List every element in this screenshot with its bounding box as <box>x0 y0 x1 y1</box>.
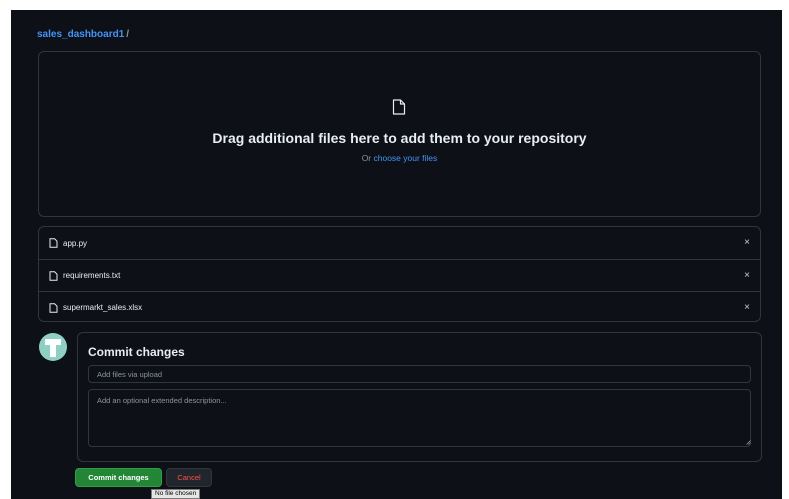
remove-file-button[interactable]: × <box>744 271 750 281</box>
breadcrumb: sales_dashboard1/ <box>37 29 129 40</box>
remove-file-button[interactable]: × <box>744 238 750 248</box>
commit-title: Commit changes <box>88 345 185 359</box>
file-input-tooltip: No file chosen <box>151 489 201 499</box>
dropzone-title: Drag additional files here to add them t… <box>212 130 587 146</box>
file-row: supermarkt_sales.xlsx × <box>39 291 760 323</box>
uploaded-file-list: app.py × requirements.txt × supermarkt_s… <box>38 226 761 322</box>
breadcrumb-repo-link[interactable]: sales_dashboard1 <box>37 29 124 40</box>
dropzone-subtitle: Or choose your files <box>39 153 760 163</box>
commit-changes-button[interactable]: Commit changes <box>75 468 162 487</box>
file-row: app.py × <box>39 227 760 259</box>
commit-description-input[interactable] <box>88 389 751 447</box>
file-name: app.py <box>63 238 88 248</box>
file-icon <box>49 270 58 281</box>
file-icon <box>49 238 58 248</box>
dropzone-prefix: Or <box>361 153 374 163</box>
remove-file-button[interactable]: × <box>744 303 750 313</box>
file-name: requirements.txt <box>63 271 121 280</box>
commit-summary-input[interactable] <box>88 365 751 383</box>
file-dropzone[interactable]: Drag additional files here to add them t… <box>38 51 761 217</box>
resize-grip-icon[interactable] <box>746 440 751 445</box>
cancel-button[interactable]: Cancel <box>166 468 212 487</box>
breadcrumb-separator: / <box>126 29 130 40</box>
file-icon <box>392 99 406 115</box>
file-name: supermarkt_sales.xlsx <box>63 303 143 312</box>
file-icon <box>49 302 58 313</box>
choose-files-link[interactable]: choose your files <box>374 153 438 163</box>
avatar-shape <box>50 343 56 357</box>
file-row: requirements.txt × <box>39 259 760 291</box>
upload-page: sales_dashboard1/ Drag additional files … <box>11 10 782 499</box>
avatar <box>39 333 67 361</box>
commit-panel: Commit changes <box>77 332 762 462</box>
